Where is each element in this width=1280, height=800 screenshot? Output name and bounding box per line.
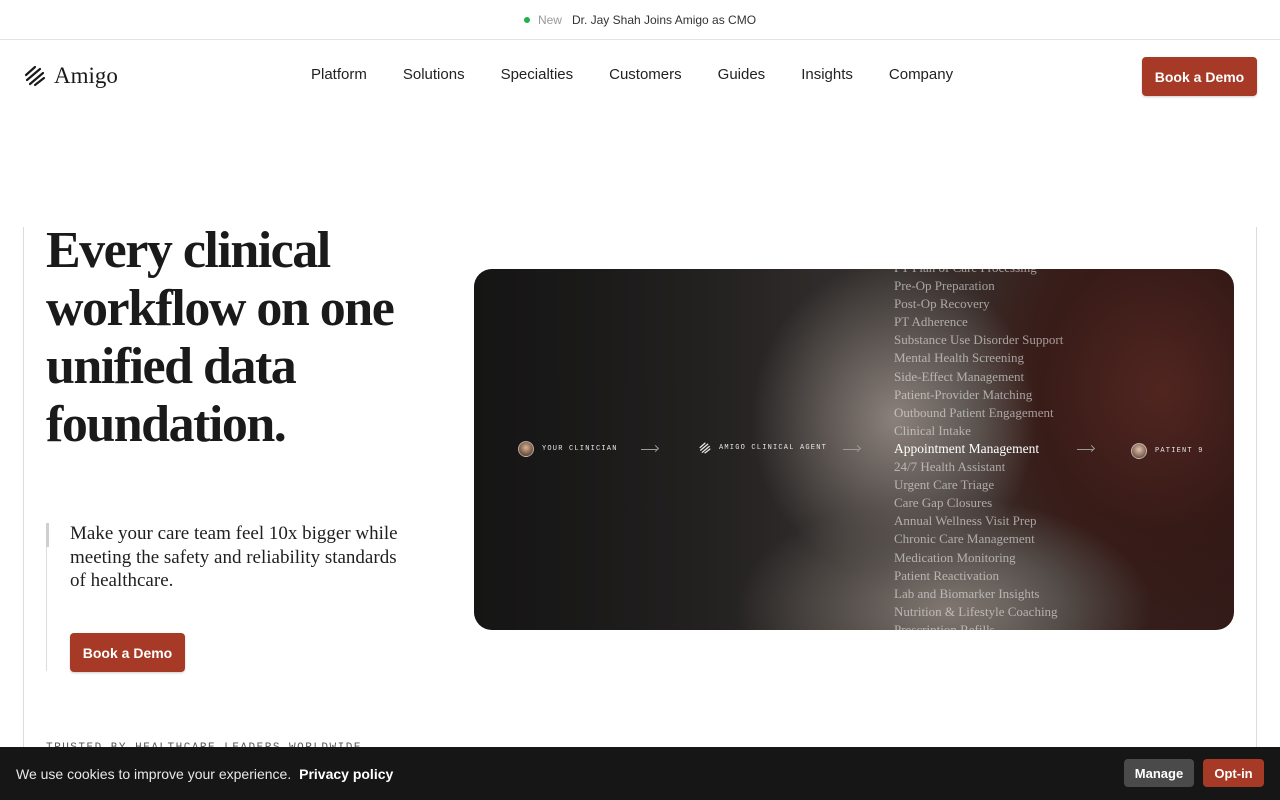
hero-book-demo-button[interactable]: Book a Demo — [70, 633, 185, 672]
workflow-item: Patient Reactivation — [894, 567, 1000, 583]
agent-label: AMIGO CLINICAL AGENT — [719, 444, 828, 452]
workflow-item: Chronic Care Management — [894, 531, 1035, 547]
cookie-banner: We use cookies to improve your experienc… — [0, 747, 1280, 800]
workflow-item: Clinical Intake — [894, 422, 971, 438]
brand-name: Amigo — [54, 63, 118, 88]
new-status-dot — [523, 16, 530, 23]
workflow-showcase-panel: YOUR CLINICIAN AMIGO CLINICAL AGENT PT P… — [474, 269, 1234, 630]
patient-label: PATIENT 9 — [1155, 447, 1204, 455]
frame-line-left — [23, 227, 24, 747]
arrow-right-icon — [843, 444, 862, 453]
amigo-agent-icon — [699, 442, 711, 454]
frame-line-right — [1256, 227, 1257, 747]
workflow-item: Nutrition & Lifestyle Coaching — [894, 603, 1058, 619]
quote-accent-bar — [46, 523, 49, 547]
clinician-avatar — [518, 441, 534, 457]
announcement-tag: New — [537, 12, 562, 27]
main-nav: Platform Solutions Specialties Customers… — [293, 66, 971, 83]
workflow-item: Care Gap Closures — [894, 495, 993, 511]
workflow-item: Substance Use Disorder Support — [894, 332, 1064, 348]
header-book-demo-button[interactable]: Book a Demo — [1142, 57, 1257, 96]
nav-guides[interactable]: Guides — [700, 66, 784, 83]
workflow-item: Outbound Patient Engagement — [894, 404, 1054, 420]
patient-avatar — [1131, 443, 1147, 459]
workflow-item: Side-Effect Management — [894, 368, 1025, 384]
amigo-logo-icon — [24, 65, 46, 87]
arrow-right-icon — [1077, 444, 1096, 453]
workflow-item: Urgent Care Triage — [894, 477, 995, 493]
nav-customers[interactable]: Customers — [591, 66, 700, 83]
nav-platform[interactable]: Platform — [293, 66, 385, 83]
quote-divider-line — [46, 547, 47, 671]
workflow-item: Post-Op Recovery — [894, 296, 990, 312]
hero-title: Every clinical workflow on one unified d… — [46, 222, 395, 453]
workflow-list: PT Plan of Care ProcessingPre-Op Prepara… — [894, 269, 1063, 630]
workflow-item: Medication Monitoring — [894, 549, 1016, 565]
site-header: Amigo Platform Solutions Specialties Cus… — [0, 41, 1280, 111]
arrow-right-icon — [641, 444, 660, 453]
cookie-message: We use cookies to improve your experienc… — [16, 766, 292, 782]
home-logo-link[interactable]: Amigo — [22, 63, 118, 89]
nav-company[interactable]: Company — [871, 66, 971, 83]
cookie-manage-button[interactable]: Manage — [1124, 759, 1194, 787]
agent-node: AMIGO CLINICAL AGENT — [698, 441, 827, 455]
workflow-item: Mental Health Screening — [894, 350, 1024, 366]
workflow-item-active: Appointment Management — [894, 440, 1040, 456]
clinician-label: YOUR CLINICIAN — [542, 445, 618, 453]
clinician-node: YOUR CLINICIAN — [518, 441, 618, 457]
workflow-item: Annual Wellness Visit Prep — [894, 513, 1037, 529]
hero-subtitle: Make your care team feel 10x bigger whil… — [70, 523, 398, 591]
cookie-text-wrap: We use cookies to improve your experienc… — [16, 766, 393, 782]
workflow-item: Pre-Op Preparation — [894, 278, 995, 294]
workflow-item: PT Adherence — [894, 314, 968, 330]
workflow-item: Lab and Biomarker Insights — [894, 585, 1040, 601]
cookie-optin-button[interactable]: Opt-in — [1203, 759, 1264, 787]
patient-node: PATIENT 9 — [1131, 443, 1204, 459]
workflow-item: Patient-Provider Matching — [894, 386, 1033, 402]
nav-insights[interactable]: Insights — [783, 66, 871, 83]
announcement-bar[interactable]: New Dr. Jay Shah Joins Amigo as CMO — [0, 0, 1280, 40]
privacy-policy-link[interactable]: Privacy policy — [299, 766, 393, 782]
announcement-link[interactable]: Dr. Jay Shah Joins Amigo as CMO — [572, 13, 756, 27]
nav-solutions[interactable]: Solutions — [385, 66, 483, 83]
nav-specialties[interactable]: Specialties — [483, 66, 592, 83]
workflow-item: PT Plan of Care Processing — [894, 269, 1063, 277]
workflow-item: Prescription Refills — [894, 621, 995, 630]
workflow-item: 24/7 Health Assistant — [894, 459, 1006, 475]
